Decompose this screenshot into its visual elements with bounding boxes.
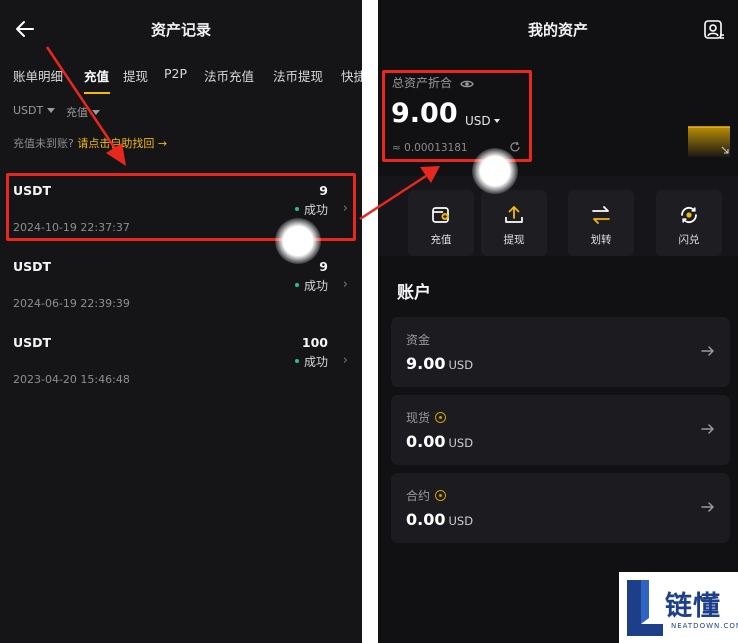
record-time: 2024-10-19 22:37:37 [13, 221, 130, 234]
accounts-heading: 账户 [397, 283, 431, 303]
deposit-hint: 充值未到账? 请点击自助找回 → [13, 135, 167, 151]
coin-filter[interactable]: USDT [13, 104, 56, 117]
currency-selector[interactable]: USD [465, 114, 500, 128]
success-dot-icon [294, 207, 299, 211]
total-assets-label-text: 总资产折合 [392, 76, 453, 90]
account-card-spot[interactable]: 现货 0.00 USD [391, 395, 730, 465]
account-balance-currency: USD [448, 358, 474, 372]
record-row[interactable]: USDT 100 成功 › 2023-04-20 15:46:48 [0, 335, 362, 405]
record-coin: USDT [13, 183, 52, 198]
type-filter-label: 充值 [66, 106, 88, 119]
type-filter[interactable]: 充值 [66, 104, 100, 120]
transfer-label: 划转 [590, 234, 612, 246]
withdraw-icon [505, 206, 523, 223]
quick-actions: 充值 提现 划转 闪兑 [378, 176, 738, 256]
tab-bill-details[interactable]: 账单明细 [13, 66, 63, 85]
record-row[interactable]: USDT 9 成功 › 2024-06-19 22:39:39 [0, 259, 362, 329]
tab-fiat-withdraw[interactable]: 法币提现 [273, 66, 323, 85]
record-status-text: 成功 [303, 279, 328, 293]
arrow-right-icon [701, 502, 714, 512]
chevron-down-icon [493, 119, 500, 123]
my-assets-screen: 我的资产 总资产折合 9.00 USD ≈ 0.00013181 充值 提现 划… [378, 0, 738, 643]
account-balance-currency: USD [448, 514, 474, 528]
record-coin: USDT [13, 259, 52, 274]
account-name: 合约 [406, 487, 447, 504]
chevron-right-icon: › [342, 277, 348, 292]
convert-label: 闪兑 [678, 234, 700, 246]
chevron-down-icon [92, 110, 100, 115]
profile-card-icon[interactable] [702, 18, 726, 42]
record-row[interactable]: USDT 9 成功 › 2024-10-19 22:37:37 [0, 183, 362, 253]
withdraw-label: 提现 [503, 234, 525, 246]
tab-fiat-deposit[interactable]: 法币充值 [204, 66, 254, 85]
account-balance-value: 0.00 [406, 432, 446, 451]
total-assets-label: 总资产折合 [392, 74, 474, 91]
logo-letter-l-icon [627, 580, 663, 636]
record-tabs: 账单明细 充值 提现 P2P 法币充值 法币提现 快捷 [0, 62, 362, 90]
chevron-down-icon [47, 108, 56, 113]
tab-withdraw[interactable]: 提现 [123, 66, 148, 85]
record-coin: USDT [13, 335, 52, 350]
transfer-button[interactable]: 划转 [568, 190, 634, 256]
account-balance: 9.00 USD [406, 354, 473, 373]
account-balance-value: 9.00 [406, 354, 446, 373]
account-balance: 0.00 USD [406, 432, 473, 451]
deposit-button[interactable]: 充值 [408, 190, 474, 256]
total-assets-value: 9.00 [391, 98, 458, 129]
account-balance-currency: USD [448, 436, 474, 450]
convert-icon [681, 206, 697, 224]
account-balance: 0.00 USD [406, 510, 473, 529]
transfer-icon [592, 206, 610, 224]
record-time: 2023-04-20 15:46:48 [13, 373, 130, 386]
account-card-futures[interactable]: 合约 0.00 USD [391, 473, 730, 543]
withdraw-button[interactable]: 提现 [481, 190, 547, 256]
account-name: 现货 [406, 409, 447, 426]
record-amount: 100 [301, 335, 328, 350]
eye-icon[interactable] [460, 79, 474, 89]
coin-filter-label: USDT [13, 104, 44, 117]
hint-question: 充值未到账? [13, 137, 74, 150]
asset-records-screen: 资产记录 账单明细 充值 提现 P2P 法币充值 法币提现 快捷 USDT 充值… [0, 0, 362, 643]
page-title: 我的资产 [527, 21, 588, 39]
success-dot-icon [294, 283, 299, 287]
deposit-label: 充值 [430, 234, 452, 246]
header: 资产记录 [0, 0, 362, 60]
record-amount: 9 [319, 259, 328, 274]
convert-button[interactable]: 闪兑 [656, 190, 722, 256]
tab-deposit[interactable]: 充值 [84, 66, 109, 85]
tab-p2p[interactable]: P2P [164, 66, 187, 81]
record-time: 2024-06-19 22:39:39 [13, 297, 130, 310]
record-status-text: 成功 [303, 355, 328, 369]
watermark-en: NEATDOWN.COM [671, 622, 738, 630]
record-status: 成功 [294, 353, 328, 370]
account-name: 资金 [406, 331, 430, 348]
account-card-funding[interactable]: 资金 9.00 USD [391, 317, 730, 387]
watermark-cn: 链懂 [665, 591, 721, 622]
currency-label: USD [465, 114, 491, 128]
page-title: 资产记录 [150, 21, 211, 39]
refresh-icon[interactable] [509, 141, 521, 153]
self-recovery-link[interactable]: 请点击自助找回 → [77, 137, 167, 150]
info-icon[interactable] [435, 412, 447, 423]
success-dot-icon [294, 359, 299, 363]
chevron-right-icon: › [342, 353, 348, 368]
chevron-right-icon: › [342, 201, 348, 216]
record-status-text: 成功 [303, 203, 328, 217]
record-status: 成功 [294, 201, 328, 218]
account-name-text: 合约 [406, 489, 431, 503]
active-tab-indicator [84, 92, 110, 94]
arrow-right-icon [701, 346, 714, 356]
account-balance-value: 0.00 [406, 510, 446, 529]
account-name-text: 资金 [406, 333, 431, 347]
arrow-right-icon [701, 424, 714, 434]
tab-quick[interactable]: 快捷 [341, 66, 362, 85]
mini-chart-icon [688, 126, 730, 157]
info-icon[interactable] [435, 490, 447, 501]
btc-equivalent: ≈ 0.00013181 [392, 142, 468, 154]
account-name-text: 现货 [406, 411, 431, 425]
record-status: 成功 [294, 277, 328, 294]
record-amount: 9 [319, 183, 328, 198]
watermark-logo: 链懂 NEATDOWN.COM [619, 572, 738, 643]
deposit-icon [432, 207, 449, 223]
